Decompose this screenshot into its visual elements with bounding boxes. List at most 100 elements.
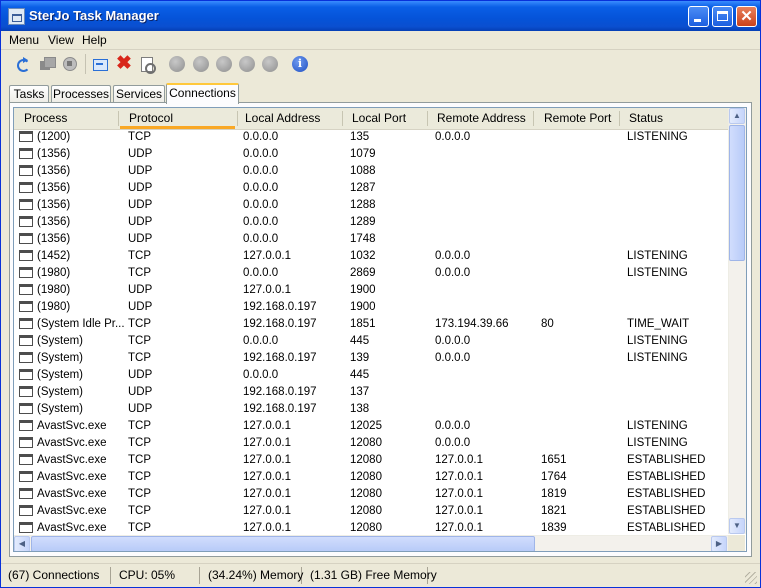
scroll-down-button[interactable]: ▼ xyxy=(729,518,745,534)
cell-local-port: 2869 xyxy=(350,267,376,279)
disabled-icon[interactable] xyxy=(216,56,232,72)
cell-protocol: TCP xyxy=(128,267,151,279)
title-bar[interactable]: SterJo Task Manager ✕ xyxy=(1,1,760,31)
horizontal-scroll-thumb[interactable] xyxy=(31,536,535,551)
cell-protocol: TCP xyxy=(128,335,151,347)
resize-grip[interactable] xyxy=(745,572,757,584)
table-row[interactable]: (1356) UDP 0.0.0.0 1288 xyxy=(14,197,728,214)
table-row[interactable]: (1356) UDP 0.0.0.0 1088 xyxy=(14,163,728,180)
cell-process: AvastSvc.exe xyxy=(37,505,107,517)
disabled-icon[interactable] xyxy=(169,56,185,72)
menu-item-menu[interactable]: Menu xyxy=(9,33,39,47)
windows-icon[interactable] xyxy=(39,56,56,72)
cell-local-address: 192.168.0.197 xyxy=(243,386,317,398)
list-body: (1200) TCP 0.0.0.0 135 0.0.0.0 LISTENING (1356… xyxy=(14,129,728,535)
cell-process: (System) xyxy=(37,369,83,381)
table-row[interactable]: (System) UDP 192.168.0.197 138 xyxy=(14,401,728,418)
table-row[interactable]: (1452) TCP 127.0.0.1 1032 0.0.0.0 LISTENING xyxy=(14,248,728,265)
scroll-left-button[interactable]: ◀ xyxy=(14,536,30,551)
column-divider[interactable] xyxy=(533,111,534,126)
tab-services[interactable]: Services xyxy=(113,85,165,103)
tab-connections[interactable]: Connections xyxy=(166,83,239,104)
list-header: Process Protocol Local Address Local Por… xyxy=(14,108,728,130)
table-row[interactable]: (System Idle Pr... TCP 192.168.0.197 1851 17… xyxy=(14,316,728,333)
about-icon[interactable]: i xyxy=(292,56,308,72)
cell-process: (1452) xyxy=(37,250,71,262)
cell-process: (System) xyxy=(37,386,83,398)
disabled-icon[interactable] xyxy=(239,56,255,72)
table-row[interactable]: (1356) UDP 0.0.0.0 1079 xyxy=(14,146,728,163)
cell-protocol: UDP xyxy=(128,386,153,398)
tab-tasks[interactable]: Tasks xyxy=(9,85,49,103)
cell-local-address: 0.0.0.0 xyxy=(243,216,279,228)
process-window-icon xyxy=(19,335,33,346)
maximize-button[interactable] xyxy=(712,6,733,27)
process-window-icon xyxy=(19,488,33,499)
disabled-icon[interactable] xyxy=(262,56,278,72)
menu-item-help[interactable]: Help xyxy=(82,33,107,47)
table-row[interactable]: (System) TCP 192.168.0.197 139 0.0.0.0 LISTEN… xyxy=(14,350,728,367)
scroll-right-button[interactable]: ▶ xyxy=(711,536,727,551)
cell-local-address: 0.0.0.0 xyxy=(243,369,279,381)
table-row[interactable]: AvastSvc.exe TCP 127.0.0.1 12080 127.0.0.1 16… xyxy=(14,452,728,469)
table-row[interactable]: (System) UDP 0.0.0.0 445 xyxy=(14,367,728,384)
table-row[interactable]: (1356) UDP 0.0.0.0 1289 xyxy=(14,214,728,231)
cell-protocol: UDP xyxy=(128,284,153,296)
column-header-status[interactable]: Status xyxy=(629,108,663,129)
column-header-remote-address[interactable]: Remote Address xyxy=(437,108,526,129)
cell-local-port: 1900 xyxy=(350,284,376,296)
app-icon[interactable] xyxy=(8,8,25,25)
switch-to-icon[interactable] xyxy=(92,56,108,72)
cell-process: (System) xyxy=(37,352,83,364)
table-row[interactable]: AvastSvc.exe TCP 127.0.0.1 12080 0.0.0.0 LIST… xyxy=(14,435,728,452)
table-row[interactable]: (1356) UDP 0.0.0.0 1748 xyxy=(14,231,728,248)
toolbar: ✖ i xyxy=(1,50,760,80)
column-divider[interactable] xyxy=(427,111,428,126)
cell-local-address: 0.0.0.0 xyxy=(243,148,279,160)
scroll-up-button[interactable]: ▲ xyxy=(729,108,745,124)
menu-item-view[interactable]: View xyxy=(48,33,74,47)
column-divider[interactable] xyxy=(342,111,343,126)
horizontal-scrollbar[interactable]: ◀ ▶ xyxy=(14,535,728,551)
vertical-scroll-thumb[interactable] xyxy=(729,125,745,261)
table-row[interactable]: AvastSvc.exe TCP 127.0.0.1 12080 127.0.0.1 17… xyxy=(14,469,728,486)
table-row[interactable]: (1980) TCP 0.0.0.0 2869 0.0.0.0 LISTENING xyxy=(14,265,728,282)
properties-icon[interactable] xyxy=(139,56,156,74)
stop-icon[interactable] xyxy=(62,56,78,72)
table-row[interactable]: AvastSvc.exe TCP 127.0.0.1 12080 127.0.0.1 18… xyxy=(14,520,728,535)
column-divider[interactable] xyxy=(118,111,119,126)
column-header-local-address[interactable]: Local Address xyxy=(245,108,320,129)
column-divider[interactable] xyxy=(619,111,620,126)
column-divider[interactable] xyxy=(237,111,238,126)
table-row[interactable]: AvastSvc.exe TCP 127.0.0.1 12025 0.0.0.0 LIST… xyxy=(14,418,728,435)
cell-protocol: UDP xyxy=(128,148,153,160)
disabled-icon[interactable] xyxy=(193,56,209,72)
close-button[interactable]: ✕ xyxy=(736,6,757,27)
cell-remote-address: 0.0.0.0 xyxy=(435,437,471,449)
table-row[interactable]: (1980) UDP 127.0.0.1 1900 xyxy=(14,282,728,299)
connections-list[interactable]: Process Protocol Local Address Local Por… xyxy=(13,107,747,552)
cell-process: (1356) xyxy=(37,165,71,177)
cell-local-port: 12080 xyxy=(350,488,382,500)
table-row[interactable]: (1356) UDP 0.0.0.0 1287 xyxy=(14,180,728,197)
cell-local-port: 1287 xyxy=(350,182,376,194)
table-row[interactable]: (System) TCP 0.0.0.0 445 0.0.0.0 LISTENING xyxy=(14,333,728,350)
tab-processes[interactable]: Processes xyxy=(51,85,111,103)
refresh-icon[interactable] xyxy=(16,56,32,72)
cell-remote-address: 0.0.0.0 xyxy=(435,352,471,364)
table-row[interactable]: (1980) UDP 192.168.0.197 1900 xyxy=(14,299,728,316)
status-memory: (34.24%) Memory xyxy=(201,567,303,584)
table-row[interactable]: (1200) TCP 0.0.0.0 135 0.0.0.0 LISTENING xyxy=(14,129,728,146)
column-header-local-port[interactable]: Local Port xyxy=(352,108,406,129)
cell-protocol: UDP xyxy=(128,369,153,381)
minimize-button[interactable] xyxy=(688,6,709,27)
process-window-icon xyxy=(19,284,33,295)
end-task-icon[interactable]: ✖ xyxy=(116,54,132,73)
table-row[interactable]: (System) UDP 192.168.0.197 137 xyxy=(14,384,728,401)
column-header-process[interactable]: Process xyxy=(24,108,67,129)
table-row[interactable]: AvastSvc.exe TCP 127.0.0.1 12080 127.0.0.1 18… xyxy=(14,503,728,520)
table-row[interactable]: AvastSvc.exe TCP 127.0.0.1 12080 127.0.0.1 18… xyxy=(14,486,728,503)
vertical-scrollbar[interactable]: ▲ ▼ xyxy=(728,108,746,534)
column-header-remote-port[interactable]: Remote Port xyxy=(544,108,611,129)
cell-status: ESTABLISHED xyxy=(627,488,706,500)
